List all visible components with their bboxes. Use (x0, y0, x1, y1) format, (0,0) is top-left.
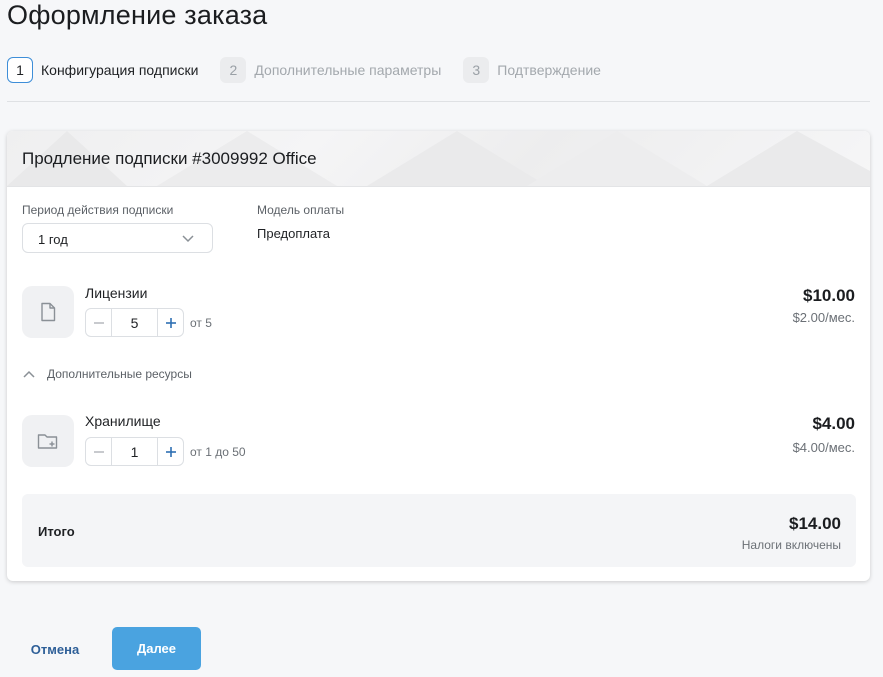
plus-icon (165, 446, 176, 457)
licenses-unit-price: $2.00/мес. (792, 310, 855, 325)
step-3-number: 3 (463, 57, 490, 83)
total-value: $14.00 (789, 514, 841, 533)
stepper-nav: 1 Конфигурация подписки 2 Дополнительные… (7, 56, 623, 84)
step-1-label: Конфигурация подписки (41, 62, 199, 78)
card-title: Продление подписки #3009992 Office (22, 149, 317, 168)
step-1[interactable]: 1 Конфигурация подписки (7, 57, 198, 83)
subscription-card: Продление подписки #3009992 Office Перио… (7, 131, 870, 581)
cancel-button[interactable]: Отмена (16, 628, 94, 670)
chevron-down-icon (182, 235, 194, 243)
period-label: Период действия подписки (22, 203, 174, 217)
step-3[interactable]: 3 Подтверждение (463, 57, 601, 83)
card-header: Продление подписки #3009992 Office (7, 131, 870, 187)
storage-unit-price: $4.00/мес. (792, 440, 855, 455)
licenses-hint: от 5 (190, 316, 212, 330)
step-2[interactable]: 2 Дополнительные параметры (220, 57, 441, 83)
minus-icon (93, 450, 104, 453)
licenses-increment-button[interactable] (158, 309, 183, 336)
folder-add-icon (22, 415, 74, 467)
period-select-value: 1 год (38, 232, 68, 247)
storage-quantity-stepper: 1 (85, 437, 184, 466)
licenses-quantity-input[interactable]: 5 (111, 309, 158, 336)
step-2-label: Дополнительные параметры (254, 62, 442, 78)
licenses-decrement-button[interactable] (86, 309, 111, 336)
period-select[interactable]: 1 год (22, 223, 213, 253)
licenses-title: Лицензии (85, 285, 148, 301)
minus-icon (93, 321, 104, 324)
storage-increment-button[interactable] (158, 438, 183, 465)
chevron-up-icon (23, 370, 35, 378)
step-1-number: 1 (7, 57, 33, 83)
plus-icon (165, 317, 176, 328)
tax-note: Налоги включены (741, 538, 841, 552)
next-button[interactable]: Далее (112, 627, 201, 670)
total-panel: Итого $14.00 Налоги включены (22, 494, 856, 567)
storage-price: $4.00 (812, 414, 855, 433)
licenses-quantity-stepper: 5 (85, 308, 184, 337)
storage-decrement-button[interactable] (86, 438, 111, 465)
extra-resources-toggle[interactable]: Дополнительные ресурсы (22, 367, 192, 381)
document-icon (22, 286, 74, 338)
licenses-price: $10.00 (803, 286, 855, 305)
step-3-label: Подтверждение (497, 62, 601, 78)
step-2-number: 2 (220, 57, 247, 83)
total-label: Итого (38, 524, 75, 539)
storage-title: Хранилище (85, 413, 161, 429)
extra-resources-label: Дополнительные ресурсы (47, 367, 192, 381)
storage-quantity-input[interactable]: 1 (111, 438, 158, 465)
payment-model-value: Предоплата (257, 226, 330, 241)
storage-hint: от 1 до 50 (190, 445, 246, 459)
divider (7, 101, 870, 102)
payment-model-label: Модель оплаты (257, 203, 345, 217)
page-title: Оформление заказа (7, 0, 268, 30)
